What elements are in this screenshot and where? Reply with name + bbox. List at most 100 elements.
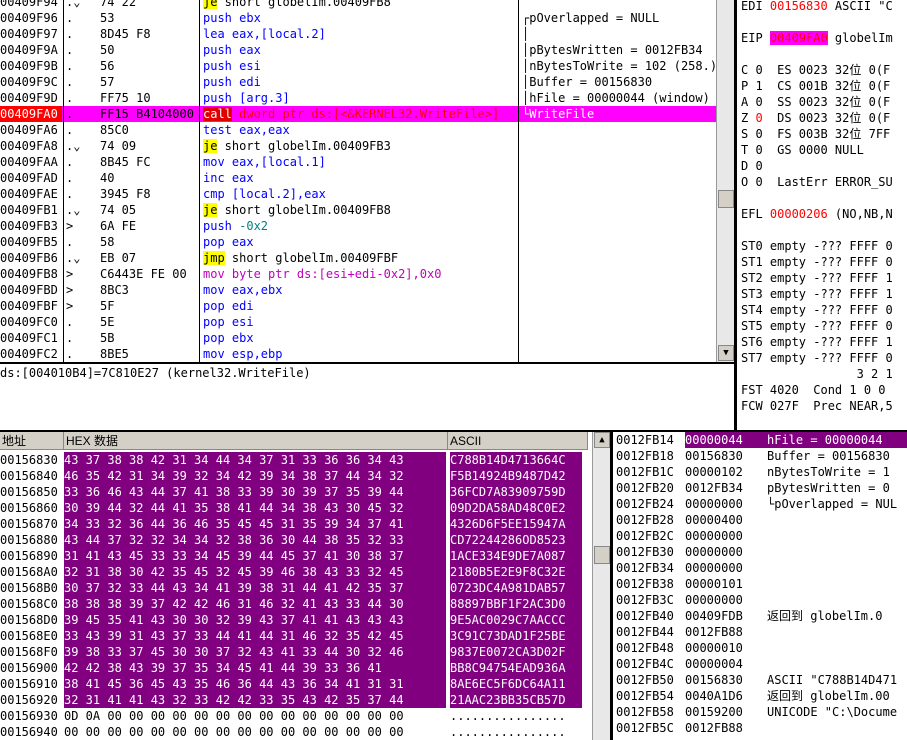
disasm-row[interactable]: 00409FB1 .⌄ 74 05 je short globelIm.00409FB… [0, 202, 716, 218]
dump-row[interactable]: 00156940 00 00 00 00 00 00 00 00 00 00 00… [0, 724, 592, 740]
disasm-row[interactable]: 00409F9A. 50 push eax │pBytesWritten = 0012… [0, 42, 716, 58]
stack-row[interactable]: 0012FB5C 0012FB88 [613, 720, 907, 736]
dump-header-ascii[interactable]: ASCII [448, 432, 588, 450]
register-row[interactable]: ST3 empty -??? FFFF 1 [741, 286, 893, 302]
stack-row[interactable]: 0012FB50 00156830 ASCII "C788B14D471 [613, 672, 907, 688]
disasm-row[interactable]: 00409F94 .⌄ 74 22 je short globelIm.00409FB… [0, 0, 716, 10]
register-row[interactable]: ST2 empty -??? FFFF 1 [741, 270, 893, 286]
dump-row[interactable]: 001568C0 38 38 38 39 37 42 42 46 31 46 32… [0, 596, 592, 612]
stack-row[interactable]: 0012FB54 0040A1D6 返回到 globelIm.00 [613, 688, 907, 704]
disasm-row[interactable]: 00409FBF >5F pop edi [0, 298, 716, 314]
stack-row[interactable]: 0012FB24 00000000 └pOverlapped = NUL [613, 496, 907, 512]
disasm-row[interactable]: 00409FA8 .⌄ 74 09 je short globelIm.00409FB… [0, 138, 716, 154]
dump-row[interactable]: 00156840 46 35 42 31 34 39 32 34 42 39 34… [0, 468, 592, 484]
scroll-thumb[interactable] [718, 190, 734, 208]
stack-row[interactable]: 0012FB38 00000101 [613, 576, 907, 592]
dump-row[interactable]: 00156920 32 31 41 41 43 32 33 42 42 33 35… [0, 692, 592, 708]
disasm-row[interactable]: 00409FB8 > C6443E FE 00 mov byte ptr ds:[es… [0, 266, 716, 282]
register-row[interactable]: S 0 FS 003B 32位 7FF [741, 126, 890, 142]
disasm-row[interactable]: 00409F9C. 57 push edi │Buffer = 00156830 [0, 74, 716, 90]
stack-row[interactable]: 0012FB30 00000000 [613, 544, 907, 560]
register-row[interactable]: T 0 GS 0000 NULL [741, 142, 864, 158]
disassembly-pane[interactable]: 00409F94 .⌄ 74 22 je short globelIm.00409FB… [0, 0, 734, 362]
register-row[interactable]: A 0 SS 0023 32位 0(F [741, 94, 890, 110]
stack-row[interactable]: 0012FB20 0012FB34 pBytesWritten = 0 [613, 480, 907, 496]
register-row[interactable]: Z 0 DS 0023 32位 0(F [741, 110, 890, 126]
dump-row[interactable]: 001568E0 33 43 39 31 43 37 33 44 41 44 31… [0, 628, 592, 644]
register-row[interactable]: ST0 empty -??? FFFF 0 [741, 238, 893, 254]
instruction-address: 00409FA6 [0, 123, 58, 137]
stack-row[interactable]: 0012FB3C 00000000 [613, 592, 907, 608]
register-row[interactable]: D 0 [741, 158, 763, 174]
disasm-row[interactable]: 00409F9B. 56 push esi │nBytesToWrite = 102 … [0, 58, 716, 74]
disasm-row[interactable]: 00409FAA. 8B45 FC mov eax,[local.1] [0, 154, 716, 170]
dump-row[interactable]: 001568D0 39 45 35 41 43 30 30 32 39 43 37… [0, 612, 592, 628]
register-row[interactable]: ST5 empty -??? FFFF 0 [741, 318, 893, 334]
dump-header-address[interactable]: 地址 [0, 432, 64, 450]
disasm-row[interactable]: 00409FB3 >6A FE push -0x2 [0, 218, 716, 234]
dump-row[interactable]: 00156860 30 39 44 32 44 41 35 38 41 44 34… [0, 500, 592, 516]
stack-row[interactable]: 0012FB2C 00000000 [613, 528, 907, 544]
disasm-row[interactable]: 00409F97. 8D45 F8 lea eax,[local.2] │ [0, 26, 716, 42]
register-row[interactable]: FST 4020 Cond 1 0 0 [741, 382, 886, 398]
register-row[interactable]: 3 2 1 [741, 366, 893, 382]
stack-row[interactable]: 0012FB28 00000400 [613, 512, 907, 528]
dump-row[interactable]: 00156850 33 36 46 43 44 37 41 38 33 39 30… [0, 484, 592, 500]
memory-dump-pane[interactable]: 地址 HEX 数据 ASCII 00156830 43 37 38 38 42 3… [0, 432, 610, 740]
dump-row[interactable]: 00156900 42 42 38 43 39 37 35 34 45 41 44… [0, 660, 592, 676]
dump-header-hex[interactable]: HEX 数据 [64, 432, 448, 450]
stack-row[interactable]: 0012FB18 00156830 Buffer = 00156830 [613, 448, 907, 464]
register-row[interactable]: O 0 LastErr ERROR_SU [741, 174, 893, 190]
register-row[interactable]: FCW 027F Prec NEAR,5 [741, 398, 893, 414]
dump-row[interactable]: 00156870 34 33 32 36 44 36 46 35 45 45 31… [0, 516, 592, 532]
stack-row[interactable]: 0012FB40 00409FDB 返回到 globelIm.0 [613, 608, 907, 624]
registers-pane[interactable]: EDI 00156830 ASCII "C EIP 00409FA0 globel… [737, 0, 907, 430]
stack-row[interactable]: 0012FB1C 00000102 nBytesToWrite = 1 [613, 464, 907, 480]
stack-row[interactable]: 0012FB58 00159200 UNICODE "C:\Docume [613, 704, 907, 720]
disasm-row[interactable]: 00409FA0. FF15 B4104000 call dword ptr ds:… [0, 106, 716, 122]
disasm-row[interactable]: 00409F96. 53 push ebx ┌pOverlapped = NULL [0, 10, 716, 26]
disasm-row[interactable]: 00409FC0. 5E pop esi [0, 314, 716, 330]
stack-row[interactable]: 0012FB4C 00000004 [613, 656, 907, 672]
dump-row[interactable]: 00156880 43 44 37 32 32 34 34 32 38 36 30… [0, 532, 592, 548]
register-row[interactable]: EFL 00000206 (NO,NB,N [741, 206, 893, 222]
dump-row[interactable]: 001568F0 39 38 33 37 45 30 30 37 32 43 41… [0, 644, 592, 660]
register-row[interactable]: ST1 empty -??? FFFF 0 [741, 254, 893, 270]
dump-row[interactable]: 001568B0 30 37 32 33 44 43 34 41 39 38 31… [0, 580, 592, 596]
disasm-row[interactable]: 00409FAE. 3945 F8 cmp [local.2],eax [0, 186, 716, 202]
scroll-thumb[interactable] [594, 546, 610, 564]
stack-row[interactable]: 0012FB48 00000010 [613, 640, 907, 656]
dump-row[interactable]: 00156890 31 41 43 45 33 33 34 45 39 44 45… [0, 548, 592, 564]
register-row[interactable]: C 0 ES 0023 32位 0(F [741, 62, 890, 78]
disasm-scrollbar[interactable]: ▼ [716, 0, 734, 362]
register-row[interactable]: ST6 empty -??? FFFF 1 [741, 334, 893, 350]
stack-value: 00000400 [685, 513, 743, 527]
disasm-row[interactable]: 00409FC1. 5B pop ebx [0, 330, 716, 346]
disasm-row[interactable]: 00409FB6 .⌄ EB 07 jmp short globelIm.00409F… [0, 250, 716, 266]
scroll-down-icon[interactable]: ▼ [718, 345, 734, 361]
disasm-row[interactable]: 00409FAD. 40 inc eax [0, 170, 716, 186]
instruction-bytes: 5F [100, 299, 115, 313]
dump-row[interactable]: 00156910 38 41 45 36 45 43 35 46 36 44 43… [0, 676, 592, 692]
stack-row[interactable]: 0012FB14 00000044 hFile = 00000044 [613, 432, 907, 448]
disasm-row[interactable]: 00409FBD >8BC3 mov eax,ebx [0, 282, 716, 298]
stack-row[interactable]: 0012FB34 00000000 [613, 560, 907, 576]
stack-pane[interactable]: 0012FB14 00000044 hFile = 00000044 0012FB18… [613, 432, 907, 740]
register-row[interactable]: EDI 00156830 ASCII "C [741, 0, 893, 14]
disasm-row[interactable]: 00409FA6. 85C0 test eax,eax [0, 122, 716, 138]
disasm-row[interactable]: 00409FB5. 58 pop eax [0, 234, 716, 250]
dump-row[interactable]: 001568A0 32 31 38 30 42 35 45 32 45 39 46… [0, 564, 592, 580]
dump-scrollbar[interactable]: ▲ [592, 432, 610, 740]
dump-row[interactable]: 00156930 0D 0A 00 00 00 00 00 00 00 00 00… [0, 708, 592, 724]
register-row[interactable]: EIP 00409FA0 globelIm [741, 30, 893, 46]
disasm-row[interactable]: 00409FC2. 8BE5 mov esp,ebp [0, 346, 716, 362]
stack-comment: 返回到 globelIm.00 [767, 689, 890, 703]
dump-row[interactable]: 00156830 43 37 38 38 42 31 34 44 34 37 31… [0, 452, 592, 468]
stack-row[interactable]: 0012FB44 0012FB88 [613, 624, 907, 640]
scroll-up-icon[interactable]: ▲ [594, 432, 610, 448]
disasm-row[interactable]: 00409F9D. FF75 10 push [arg.3] │hFile = 000… [0, 90, 716, 106]
register-row[interactable]: ST7 empty -??? FFFF 0 [741, 350, 893, 366]
register-row[interactable]: P 1 CS 001B 32位 0(F [741, 78, 890, 94]
register-name: ST2 empty -??? FFFF 1 [741, 271, 893, 285]
register-row[interactable]: ST4 empty -??? FFFF 0 [741, 302, 893, 318]
